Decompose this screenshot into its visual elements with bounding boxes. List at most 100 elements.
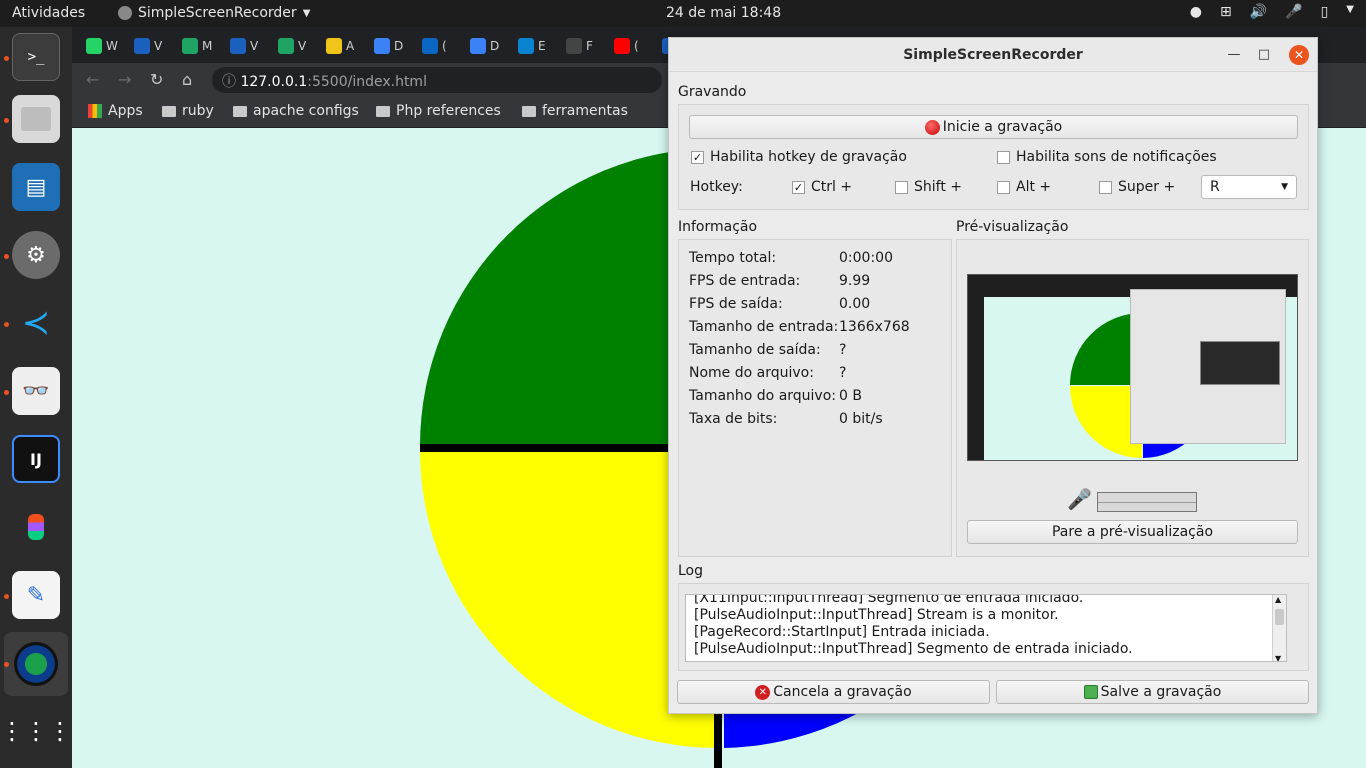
figma-icon: [28, 514, 44, 540]
reload-icon[interactable]: ↻: [150, 70, 163, 89]
dock-running-dot: [4, 322, 9, 327]
start-recording-button[interactable]: Inicie a gravação: [689, 115, 1298, 139]
scroll-up-icon[interactable]: ▲: [1275, 595, 1281, 604]
app-menu[interactable]: SimpleScreenRecorder ▼: [118, 5, 310, 21]
scroll-down-icon[interactable]: ▼: [1275, 654, 1281, 661]
bookmark-php-references[interactable]: Php references: [376, 103, 501, 119]
system-tray[interactable]: ● ⊞ 🔊 🎤 ▯ ▼: [1190, 4, 1354, 20]
glasses-icon: 👓: [22, 378, 50, 404]
recording-group-title: Gravando: [678, 84, 747, 100]
bookmark-label: ferramentas: [542, 103, 628, 119]
hotkey-key-select[interactable]: R ▼: [1201, 175, 1297, 199]
cancel-recording-button[interactable]: ✕ Cancela a gravação: [677, 680, 990, 704]
clock[interactable]: 24 de mai 18:48: [666, 5, 781, 21]
info-label: Tempo total:: [689, 250, 777, 266]
bookmark-ferramentas[interactable]: ferramentas: [522, 103, 628, 119]
tab-favicon-icon: [614, 38, 630, 54]
dock-running-dot: [4, 390, 9, 395]
bookmark-ruby[interactable]: ruby: [162, 103, 214, 119]
scroll-thumb[interactable]: [1275, 609, 1284, 625]
dock-show-apps[interactable]: ⋮⋮⋮: [0, 707, 72, 755]
microphone-icon: 🎤: [1285, 4, 1303, 20]
browser-tab[interactable]: V: [230, 35, 258, 57]
back-icon[interactable]: ←: [86, 70, 99, 89]
dock-intellij[interactable]: IJ: [12, 435, 60, 483]
browser-tab[interactable]: F: [566, 35, 593, 57]
checkbox-empty: [895, 180, 908, 194]
checkmark-icon: ✓: [691, 150, 704, 164]
tab-label: A: [346, 39, 355, 53]
info-label: FPS de entrada:: [689, 273, 801, 289]
browser-tab[interactable]: A: [326, 35, 354, 57]
intellij-icon: IJ: [30, 449, 42, 469]
maximize-icon[interactable]: □: [1255, 46, 1273, 64]
dock-figma[interactable]: [12, 503, 60, 551]
browser-tab[interactable]: M: [182, 35, 212, 57]
info-label: Nome do arquivo:: [689, 365, 814, 381]
window-titlebar[interactable]: SimpleScreenRecorder — □ ✕: [669, 38, 1317, 72]
info-value: 1366x768: [839, 319, 910, 335]
dock-files[interactable]: [12, 95, 60, 143]
super-checkbox[interactable]: Super +: [1099, 179, 1175, 195]
log-line: [PageRecord::StartInput] Entrada iniciad…: [694, 624, 990, 640]
info-value: ?: [839, 365, 847, 381]
home-icon[interactable]: ⌂: [182, 70, 192, 89]
bookmark-label: Php references: [396, 103, 501, 119]
alt-checkbox[interactable]: Alt +: [997, 179, 1051, 195]
save-recording-label: Salve a gravação: [1100, 684, 1222, 700]
stop-preview-button[interactable]: Pare a pré-visualização: [967, 520, 1298, 544]
tab-favicon-icon: [230, 38, 246, 54]
browser-tab[interactable]: D: [374, 35, 403, 57]
dock-libreoffice-draw[interactable]: ▤: [12, 163, 60, 211]
shift-label: Shift +: [914, 179, 963, 195]
log-scrollbar[interactable]: ▲ ▼: [1272, 595, 1286, 661]
tab-favicon-icon: [566, 38, 582, 54]
info-label: Tamanho de entrada:: [689, 319, 839, 335]
browser-tab[interactable]: V: [134, 35, 162, 57]
log-line: [PulseAudioInput::InputThread] Stream is…: [694, 607, 1059, 623]
minimize-icon[interactable]: —: [1225, 46, 1243, 64]
checkbox-empty: [997, 150, 1010, 164]
grid-icon: ⋮⋮⋮: [0, 717, 72, 745]
bookmark-apps[interactable]: Apps: [88, 103, 143, 119]
log-textarea[interactable]: [X11Input::InputThread] Segmento de entr…: [685, 594, 1287, 662]
forward-icon[interactable]: →: [118, 70, 131, 89]
dock-settings[interactable]: ⚙: [12, 231, 60, 279]
browser-tab[interactable]: (: [614, 35, 639, 57]
browser-tab[interactable]: D: [470, 35, 499, 57]
start-recording-label: Inicie a gravação: [942, 119, 1063, 135]
preview-nested-image: [1200, 341, 1280, 385]
dock-document-viewer[interactable]: 👓: [12, 367, 60, 415]
save-recording-button[interactable]: Salve a gravação: [996, 680, 1309, 704]
alt-label: Alt +: [1016, 179, 1052, 195]
url-path: :5500/index.html: [307, 74, 427, 90]
browser-tab[interactable]: (: [422, 35, 447, 57]
activities-button[interactable]: Atividades: [12, 5, 85, 21]
ctrl-checkbox[interactable]: ✓ Ctrl +: [792, 179, 852, 195]
dock-running-dot: [4, 662, 9, 667]
browser-tab[interactable]: V: [278, 35, 306, 57]
shift-checkbox[interactable]: Shift +: [895, 179, 962, 195]
dock-simplescreenrecorder[interactable]: [4, 632, 68, 696]
folder-icon: [522, 105, 536, 117]
dock-vscode[interactable]: ≺: [12, 299, 60, 347]
tab-label: (: [442, 39, 447, 53]
tab-favicon-icon: [278, 38, 294, 54]
tab-label: (: [634, 39, 639, 53]
camera-icon: [14, 642, 58, 686]
battery-icon: ▯: [1320, 4, 1329, 20]
tab-label: V: [298, 39, 307, 53]
close-icon[interactable]: ✕: [1289, 45, 1309, 65]
sounds-enable-checkbox[interactable]: Habilita sons de notificações: [997, 149, 1217, 165]
tab-favicon-icon: [134, 38, 150, 54]
tab-favicon-icon: [518, 38, 534, 54]
bookmark-apache-configs[interactable]: apache configs: [233, 103, 359, 119]
network-icon: ⊞: [1219, 4, 1232, 20]
log-line: [PulseAudioInput::InputThread] Segmento …: [694, 641, 1133, 657]
hotkey-enable-checkbox[interactable]: ✓ Habilita hotkey de gravação: [691, 149, 907, 165]
dock-terminal[interactable]: >_: [12, 33, 60, 81]
browser-tab[interactable]: W: [86, 35, 118, 57]
browser-tab[interactable]: E: [518, 35, 546, 57]
dock-text-editor[interactable]: ✎: [12, 571, 60, 619]
address-bar[interactable]: ⓘ 127.0.0.1:5500/index.html: [212, 67, 662, 93]
